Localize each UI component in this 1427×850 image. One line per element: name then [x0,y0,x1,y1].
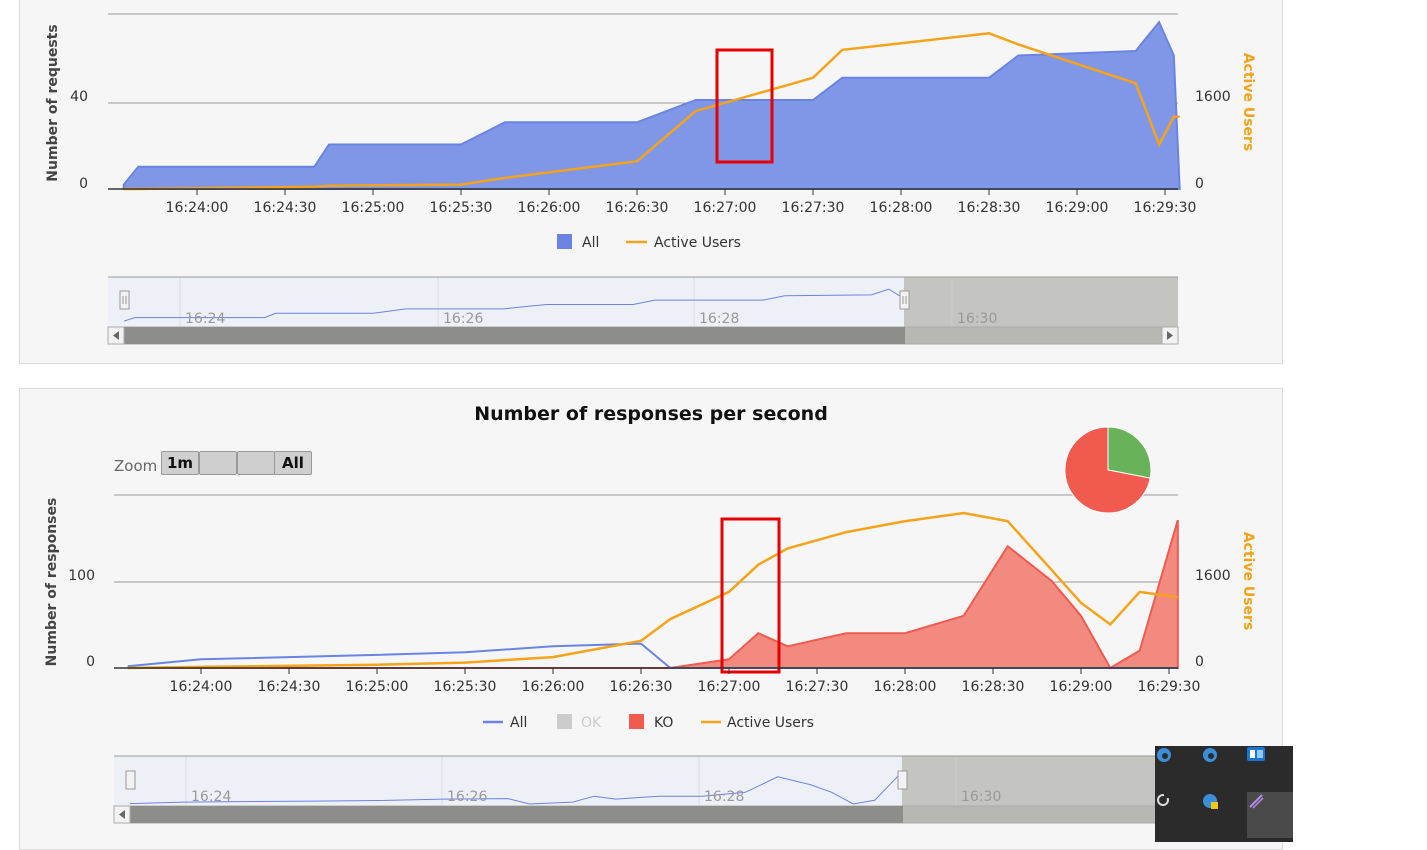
legend-all-swatch[interactable] [557,234,572,249]
y2-tick-label: 0 [1195,654,1204,670]
x-tick-label: 16:29:00 [1046,200,1109,216]
navigator-left-handle[interactable] [119,290,130,310]
chart-title: Number of responses per second [474,403,828,425]
x-axis-ticks: 16:24:00 16:24:30 16:25:00 16:25:30 16:26:00… [166,189,1197,216]
edge-browser-icon[interactable] [1155,746,1201,792]
x-tick-label: 16:24:00 [170,679,233,695]
sync-icon[interactable] [1155,792,1201,838]
scrollbar-thumb[interactable] [130,806,903,823]
navigator-outside-mask [902,756,1178,806]
x-tick-label: 16:27:30 [786,679,849,695]
y-tick-label: 40 [70,89,88,105]
x-tick-label: 16:26:00 [522,679,585,695]
legend-active-users-label[interactable]: Active Users [654,235,741,251]
zoom-button-2[interactable] [199,451,237,475]
requests-chart: 16:24:00 16:24:30 16:25:00 16:25:30 16:26:00… [45,13,1256,345]
navigator[interactable]: 16:24 16:26 16:28 16:30 [107,276,1179,345]
navigator-left-handle[interactable] [125,770,136,790]
x-tick-label: 16:27:00 [694,200,757,216]
scrollbar-thumb[interactable] [124,327,905,344]
legend-ok-swatch[interactable] [557,714,572,729]
ok-ko-pie-chart[interactable] [1064,426,1152,514]
navigator-right-handle[interactable] [899,290,910,310]
x-tick-label: 16:29:30 [1138,679,1201,695]
x-tick-label: 16:24:30 [254,200,317,216]
x-tick-label: 16:24:00 [166,200,229,216]
series-all-area [122,20,1181,190]
y-tick-label: 0 [86,654,95,670]
edge-browser-icon[interactable] [1201,746,1247,792]
x-tick-label: 16:28:00 [874,679,937,695]
x-tick-label: 16:24:30 [258,679,321,695]
x-tick-label: 16:27:00 [698,679,761,695]
x-tick-label: 16:26:30 [606,200,669,216]
y-axis-title: Number of responses [44,498,60,667]
x-tick-label: 16:26:00 [518,200,581,216]
responses-chart-panel: Number of responses per second 16:24:00 1… [19,388,1283,850]
navigator-label: 16:24 [185,311,225,327]
y2-axis-title: Active Users [1240,532,1256,631]
y2-tick-label: 0 [1195,176,1204,192]
x-tick-label: 16:28:30 [962,679,1025,695]
y2-tick-label: 1600 [1195,568,1231,584]
x-tick-label: 16:26:30 [610,679,673,695]
x-tick-label: 16:28:30 [958,200,1021,216]
y2-axis-title: Active Users [1240,53,1256,152]
navigator-label: 16:24 [191,789,231,805]
zoom-label: Zoom [114,457,158,475]
y2-tick-label: 1600 [1195,89,1231,105]
x-tick-label: 16:27:30 [782,200,845,216]
navigator-right-handle[interactable] [897,770,908,790]
requests-chart-panel: 16:24:00 16:24:30 16:25:00 16:25:30 16:26:00… [19,0,1283,364]
zoom-all-button[interactable]: All [274,451,312,475]
navigator-label: 16:30 [961,789,1001,805]
x-tick-label: 16:25:30 [430,200,493,216]
y-tick-label: 0 [79,176,88,192]
navigator-label: 16:26 [443,311,483,327]
series-ko-area [127,519,1179,670]
navigator-label: 16:28 [699,311,739,327]
x-tick-label: 16:29:00 [1050,679,1113,695]
zoom-button-3[interactable] [237,451,275,475]
x-tick-label: 16:28:00 [870,200,933,216]
legend-ko-swatch[interactable] [629,714,644,729]
network-globe-icon[interactable] [1201,792,1247,838]
navigator-outside-mask [904,277,1178,327]
x-axis-ticks: 16:24:00 16:24:30 16:25:00 16:25:30 16:26:00… [170,668,1201,695]
pen-icon[interactable] [1247,792,1293,838]
legend-ko-label[interactable]: KO [654,715,673,731]
legend-all-label[interactable]: All [582,235,599,251]
legend-active-users-label[interactable]: Active Users [727,715,814,731]
x-tick-label: 16:25:30 [434,679,497,695]
pie-slice-ok[interactable] [1107,426,1152,479]
legend-all-label[interactable]: All [510,715,527,731]
zoom-1m-button[interactable]: 1m [161,451,199,475]
y-axis-title: Number of requests [45,24,61,181]
navigator[interactable]: 16:24 16:26 16:28 16:30 [113,755,1179,824]
y-tick-label: 100 [68,568,95,584]
legend-ok-label[interactable]: OK [581,715,602,731]
system-tray-overflow [1155,746,1293,842]
x-tick-label: 16:25:00 [346,679,409,695]
navigator-label: 16:26 [447,789,487,805]
navigator-label: 16:30 [957,311,997,327]
x-tick-label: 16:25:00 [342,200,405,216]
navigator-label: 16:28 [704,789,744,805]
x-tick-label: 16:29:30 [1134,200,1197,216]
outlook-icon[interactable] [1247,746,1293,792]
